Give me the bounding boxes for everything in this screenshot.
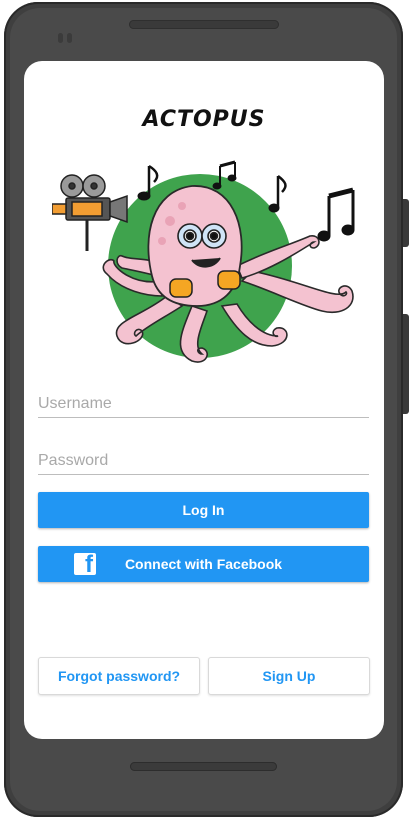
sign-up-button[interactable]: Sign Up <box>208 657 370 695</box>
login-button[interactable]: Log In <box>38 492 369 528</box>
forgot-password-button[interactable]: Forgot password? <box>38 657 200 695</box>
side-button-top[interactable] <box>403 199 409 247</box>
facebook-button-label: Connect with Facebook <box>124 556 283 572</box>
app-screen: ACTOPUS Username Log In f Connect with F… <box>24 61 384 739</box>
top-speaker <box>129 20 279 29</box>
facebook-connect-button[interactable]: f Connect with Facebook <box>38 546 369 582</box>
sign-up-label: Sign Up <box>262 668 316 684</box>
password-field[interactable] <box>38 448 369 475</box>
username-field[interactable] <box>38 391 369 418</box>
login-button-label: Log In <box>182 502 225 518</box>
password-input[interactable] <box>38 448 369 474</box>
front-camera <box>58 33 76 43</box>
username-input[interactable] <box>38 391 369 417</box>
forgot-password-label: Forgot password? <box>57 668 181 684</box>
octopus-mascot-image <box>52 160 355 363</box>
app-title: ACTOPUS <box>142 107 266 132</box>
facebook-icon: f <box>74 553 96 575</box>
bottom-speaker <box>130 762 277 771</box>
side-button-bottom[interactable] <box>403 314 409 414</box>
